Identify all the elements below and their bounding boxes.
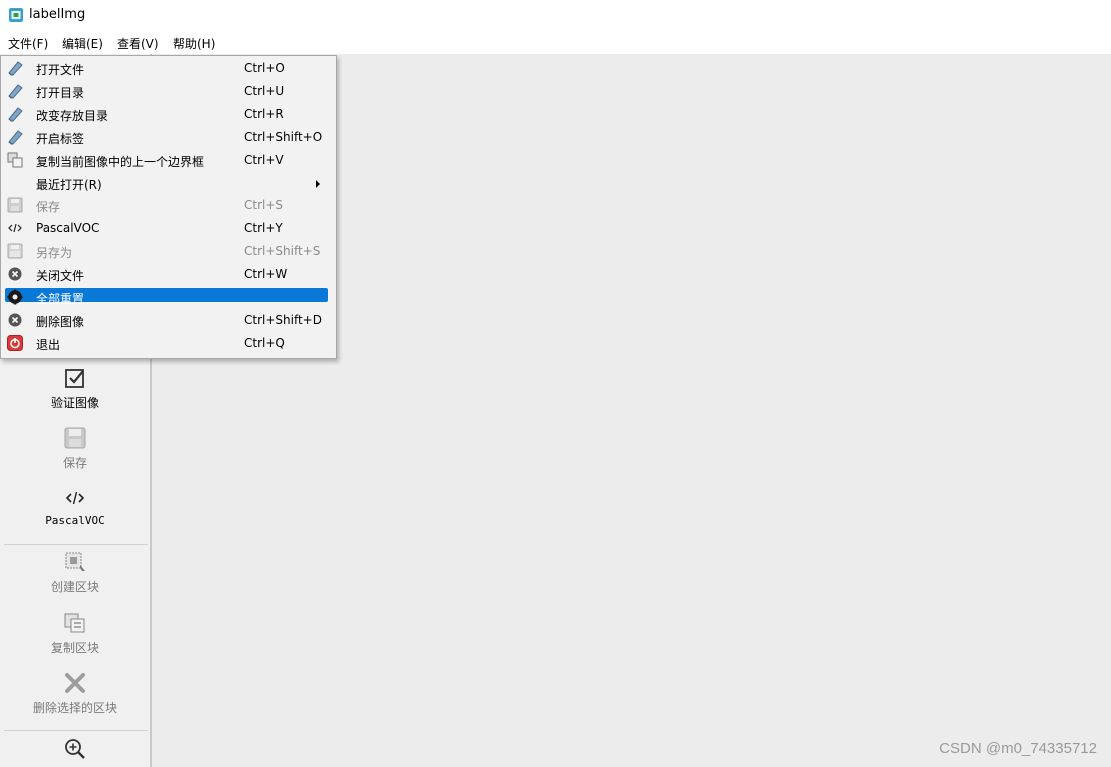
title-bar: labelImg bbox=[0, 0, 1111, 31]
window-title: labelImg bbox=[29, 7, 86, 22]
delete-x-icon bbox=[65, 673, 85, 693]
create-box-button[interactable]: 创建区块 bbox=[0, 550, 150, 595]
menu-file[interactable]: 文件(F) bbox=[8, 35, 48, 52]
menu-item-pascalvoc[interactable]: PascalVOC Ctrl+Y bbox=[1, 217, 336, 240]
open-dir-icon bbox=[8, 84, 23, 99]
verify-image-button[interactable]: 验证图像 bbox=[0, 366, 150, 411]
menu-item-save[interactable]: 保存 Ctrl+S bbox=[1, 194, 336, 217]
reset-all-icon bbox=[7, 289, 23, 305]
save-label: 保存 bbox=[62, 456, 87, 470]
menu-view[interactable]: 查看(V) bbox=[117, 35, 159, 52]
menu-item-save-as[interactable]: 另存为 Ctrl+Shift+S bbox=[1, 240, 336, 263]
save-icon bbox=[7, 197, 23, 213]
menu-item-change-save-dir[interactable]: 改变存放目录 Ctrl+R bbox=[1, 103, 336, 126]
format-label: PascalVOC bbox=[45, 514, 105, 527]
verify-image-label: 验证图像 bbox=[50, 396, 99, 410]
close-file-icon bbox=[8, 267, 22, 281]
submenu-arrow-icon bbox=[316, 180, 320, 188]
duplicate-box-icon bbox=[64, 613, 85, 633]
duplicate-box-button[interactable]: 复制区块 bbox=[0, 611, 150, 656]
menu-item-recent[interactable]: 最近打开(R) bbox=[1, 172, 336, 195]
menu-item-delete-image[interactable]: 删除图像 Ctrl+Shift+D bbox=[1, 309, 336, 332]
quit-icon bbox=[7, 335, 23, 351]
create-box-icon bbox=[65, 552, 85, 571]
save-icon bbox=[64, 427, 86, 449]
menu-help[interactable]: 帮助(H) bbox=[173, 35, 215, 52]
toolbar-separator bbox=[4, 544, 148, 545]
code-icon bbox=[8, 223, 22, 233]
delete-box-label: 删除选择的区块 bbox=[32, 701, 117, 715]
duplicate-box-label: 复制区块 bbox=[50, 641, 99, 655]
change-save-dir-icon bbox=[8, 107, 23, 122]
menu-item-open-dir[interactable]: 打开目录 Ctrl+U bbox=[1, 80, 336, 103]
checkbox-icon bbox=[65, 369, 84, 388]
open-annotation-icon bbox=[8, 130, 23, 145]
zoom-in-button[interactable] bbox=[0, 737, 150, 761]
menu-edit[interactable]: 编辑(E) bbox=[62, 35, 103, 52]
zoom-in-icon bbox=[65, 739, 85, 759]
copy-box-icon bbox=[7, 152, 23, 168]
toolbar-separator bbox=[4, 730, 148, 731]
delete-image-icon bbox=[8, 313, 22, 327]
app-icon bbox=[9, 8, 23, 22]
menu-item-reset-all[interactable]: 全部重置 bbox=[1, 286, 336, 309]
watermark: CSDN @m0_74335712 bbox=[939, 740, 1097, 757]
format-button[interactable]: PascalVOC bbox=[0, 486, 150, 527]
menu-item-open-annotation[interactable]: 开启标签 Ctrl+Shift+O bbox=[1, 126, 336, 149]
file-menu-dropdown: 打开文件 Ctrl+O 打开目录 Ctrl+U 改变存放目录 Ctrl+R 开启… bbox=[0, 55, 337, 359]
menu-item-quit[interactable]: 退出 Ctrl+Q bbox=[1, 332, 336, 355]
open-file-icon bbox=[8, 61, 23, 76]
menu-item-copy-prev-box[interactable]: 复制当前图像中的上一个边界框 Ctrl+V bbox=[1, 149, 336, 172]
menu-item-close-file[interactable]: 关闭文件 Ctrl+W bbox=[1, 263, 336, 286]
save-button[interactable]: 保存 bbox=[0, 426, 150, 471]
save-as-icon bbox=[7, 243, 23, 259]
delete-box-button[interactable]: 删除选择的区块 bbox=[0, 671, 150, 716]
menu-item-open-file[interactable]: 打开文件 Ctrl+O bbox=[1, 57, 336, 80]
menu-bar: 文件(F) 编辑(E) 查看(V) 帮助(H) bbox=[0, 31, 1111, 55]
code-icon bbox=[65, 491, 85, 505]
create-box-label: 创建区块 bbox=[50, 580, 99, 594]
